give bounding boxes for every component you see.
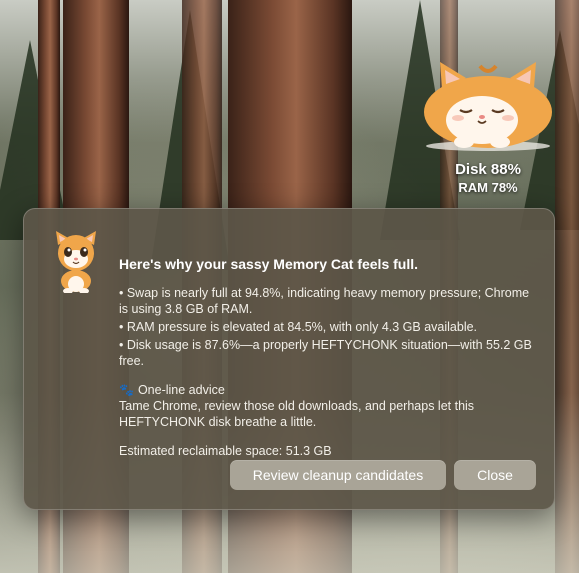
reclaimable-estimate: Estimated reclaimable space: 51.3 GB (119, 444, 332, 458)
ram-usage-label: RAM 78% (458, 180, 518, 195)
swap-bullet: • Swap is nearly full at 94.8%, indicati… (119, 286, 530, 316)
advice-heading-label: One-line advice (137, 383, 225, 397)
disk-bullet: • Disk usage is 87.6%—a properly HEFTYCH… (119, 338, 532, 368)
close-button[interactable]: Close (454, 460, 536, 490)
review-cleanup-button[interactable]: Review cleanup candidates (230, 460, 446, 490)
sleeping-fat-cat-icon (424, 62, 552, 151)
memory-cat-dialog: Here's why your sassy Memory Cat feels f… (23, 208, 555, 510)
dialog-title: Here's why your sassy Memory Cat feels f… (119, 256, 419, 272)
paw-icon: 🐾 (119, 383, 134, 397)
disk-usage-label: Disk 88% (455, 161, 521, 178)
advice-heading: 🐾 One-line advice (119, 382, 539, 398)
ram-bullet: • RAM pressure is elevated at 84.5%, wit… (119, 320, 478, 334)
kitten-icon (56, 231, 96, 293)
advice-text: Tame Chrome, review those old downloads,… (119, 399, 475, 429)
dialog-content: Here's why your sassy Memory Cat feels f… (119, 256, 539, 459)
memory-cat-widget[interactable]: Disk 88% RAM 78% (418, 60, 558, 195)
